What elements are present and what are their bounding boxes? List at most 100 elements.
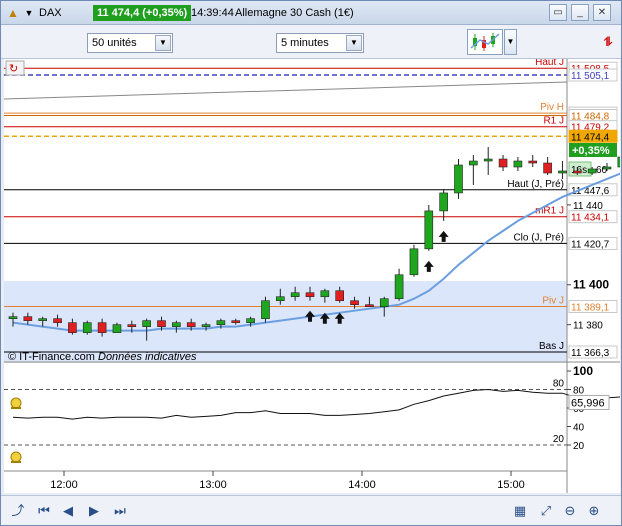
candle-body: [498, 158, 508, 168]
timer-value-label: 60: [596, 165, 608, 176]
level-label: Haut J: [535, 59, 564, 68]
candle-body: [68, 322, 77, 333]
candle-body: [157, 320, 166, 327]
candle-body: [201, 324, 211, 327]
candle-body: [350, 300, 359, 306]
arrow-left-double-icon[interactable]: ⏮: [35, 502, 53, 520]
oscillator-y-tick-label: 40: [573, 423, 585, 434]
chevron-down-icon[interactable]: ▼: [21, 5, 37, 21]
candle-body: [97, 322, 107, 333]
chart-icon: ▲: [7, 6, 19, 20]
interval-select[interactable]: 5 minutes ▼: [276, 33, 364, 53]
oscillator-value-label: 65,996: [571, 397, 605, 409]
instrument-name: Allemagne 30 Cash (1€): [235, 7, 354, 19]
candle-body: [38, 318, 48, 321]
oscillator-y-tick-label: 100: [573, 364, 593, 378]
share-icon[interactable]: ⤴: [9, 502, 27, 520]
level-price-label: 11 420,7: [571, 239, 610, 250]
alert-bell-icon[interactable]: [10, 451, 22, 463]
candle-body: [186, 322, 196, 327]
level-price-label: 11 366,3: [571, 348, 610, 359]
candle-body: [394, 274, 404, 300]
candle-body: [543, 162, 552, 174]
x-tick-label: 13:00: [199, 479, 227, 491]
chevron-down-icon[interactable]: ▼: [346, 35, 362, 51]
candle-body: [320, 290, 330, 298]
arrow-right-double-icon[interactable]: ⏭: [111, 502, 129, 520]
level-price-label: 11 505,1: [571, 71, 610, 82]
zoom-in-icon[interactable]: ⊕: [585, 502, 603, 520]
candle-body: [558, 170, 567, 174]
candle-body: [617, 156, 622, 168]
candle-body: [8, 316, 18, 319]
candle-body: [172, 322, 181, 327]
grid-icon[interactable]: ▦: [511, 502, 529, 520]
level-price-label: 11 474,4: [571, 132, 610, 143]
chevron-down-icon[interactable]: ▼: [504, 29, 517, 55]
oscillator-y-tick-label: 20: [573, 441, 585, 452]
reset-zoom-icon: ↻: [9, 63, 18, 75]
candle-body: [290, 292, 300, 298]
watermark-brand: © IT-Finance.com: [8, 351, 95, 363]
candle-body: [513, 160, 523, 168]
minimize-icon[interactable]: _: [571, 4, 589, 21]
candle-body: [23, 316, 33, 321]
oscillator-level-label: 20: [553, 434, 565, 445]
candle-body: [53, 318, 62, 323]
x-tick-label: 14:00: [348, 479, 376, 491]
level-label: R1 J: [543, 116, 564, 127]
candle-body: [275, 296, 285, 302]
chart-window: ▲ ▼ DAX 11 474,4 (+0,35%) 14:39:44 Allem…: [0, 0, 622, 526]
alert-bell-icon[interactable]: [10, 397, 22, 409]
candle-body: [231, 320, 241, 323]
level-label: Haut (J, Pré): [507, 179, 564, 190]
level-label: Clo (J, Pré): [513, 232, 564, 243]
indicator-toggle-icon[interactable]: ⥮: [599, 31, 617, 53]
oscillator-level-label: 80: [553, 379, 565, 390]
price-change-badge: 11 474,4 (+0,35%): [93, 5, 192, 21]
x-tick-label: 12:00: [50, 479, 78, 491]
candle-body: [469, 160, 478, 166]
level-label: mR1 J: [535, 206, 564, 217]
restore-icon[interactable]: ▭: [549, 4, 567, 21]
timer-badge-label: 16s: [571, 165, 587, 176]
candle-body: [409, 248, 419, 276]
candle-body: [602, 166, 612, 170]
zoom-fit-icon[interactable]: ⤢: [537, 502, 555, 520]
candle-body: [112, 324, 122, 333]
interval-select-value: 5 minutes: [281, 37, 329, 49]
candle-body: [261, 300, 270, 319]
candle-body: [439, 192, 448, 212]
candle-body: [335, 290, 345, 302]
candle-body: [483, 158, 493, 162]
bottom-toolbar: ⤴ ⏮ ◀ ▶ ⏭ ▦ ⤢ ⊖ ⊕: [1, 495, 621, 525]
close-icon[interactable]: ✕: [593, 4, 611, 21]
candle-body: [424, 210, 434, 250]
oscillator-y-tick-label: 80: [573, 386, 585, 397]
candlestick-chart-icon[interactable]: [467, 29, 503, 55]
arrow-right-icon[interactable]: ▶: [85, 502, 103, 520]
chart-area[interactable]: Haut J11 508,511 505,1Piv H11 486,011 48…: [3, 57, 622, 493]
watermark-note: Données indicatives: [98, 351, 197, 363]
units-select[interactable]: 50 unités ▼: [87, 33, 173, 53]
y-tick-label: 11 400: [573, 278, 609, 292]
level-label: Piv H: [540, 102, 564, 113]
candle-body: [572, 170, 582, 174]
clock-time: 14:39:44: [191, 7, 234, 19]
level-price-label: 11 389,1: [571, 302, 610, 313]
candle-body: [365, 304, 374, 308]
candle-body: [305, 292, 315, 298]
x-tick-label: 15:00: [497, 479, 525, 491]
candle-body: [216, 320, 226, 325]
candle-body: [127, 324, 137, 327]
zoom-out-icon[interactable]: ⊖: [561, 502, 579, 520]
candle-body: [82, 322, 92, 333]
price-chart[interactable]: Haut J11 508,511 505,1Piv H11 486,011 48…: [3, 57, 622, 493]
level-price-label: 11 434,1: [571, 213, 610, 224]
title-bar[interactable]: ▲ ▼ DAX 11 474,4 (+0,35%) 14:39:44 Allem…: [1, 1, 621, 25]
y-tick-label: 11 380: [573, 321, 603, 332]
chevron-down-icon[interactable]: ▼: [155, 35, 171, 51]
change-badge-label: +0,35%: [572, 145, 610, 157]
toolbar: 50 unités ▼ 5 minutes ▼ ▼: [1, 25, 621, 59]
arrow-left-icon[interactable]: ◀: [59, 502, 77, 520]
